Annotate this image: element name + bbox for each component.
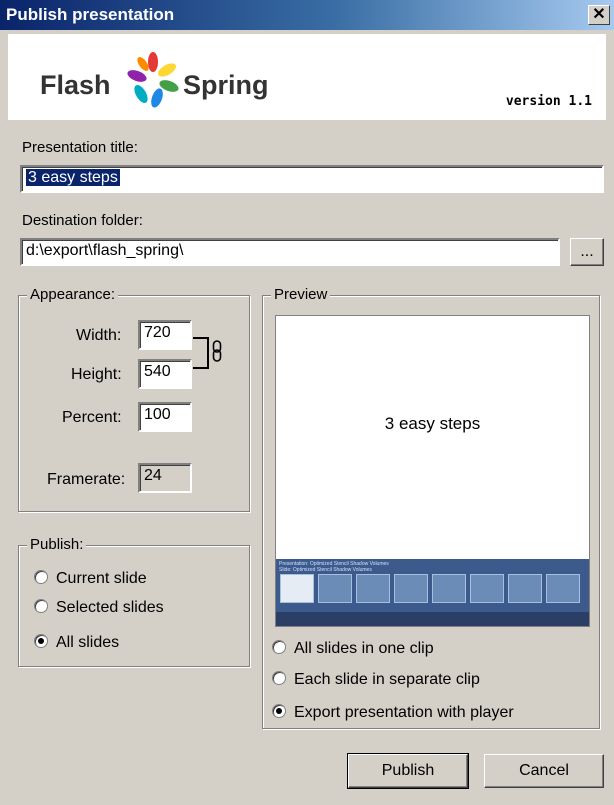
chain-link-icon[interactable] [212, 340, 222, 362]
radio-circle [272, 640, 286, 654]
slide-thumbnail [470, 574, 504, 603]
slide-thumbnail [280, 574, 314, 603]
player-header: Presentation: Optimized Stencil Shadow V… [279, 561, 389, 573]
slide-thumbnail [546, 574, 580, 603]
browse-button[interactable]: ... [570, 238, 604, 266]
radio-label: All slides in one clip [294, 640, 434, 657]
radio-circle [34, 570, 48, 584]
radio-selected-slides[interactable]: Selected slides [34, 599, 164, 617]
presentation-title-input[interactable]: 3 easy steps [20, 165, 604, 193]
publish-legend: Publish: [27, 536, 87, 553]
close-button[interactable]: ✕ [588, 5, 610, 25]
radio-circle-checked [272, 704, 286, 718]
title-bar[interactable]: Publish presentation ✕ [0, 0, 614, 30]
width-label: Width: [76, 327, 122, 344]
radio-current-slide[interactable]: Current slide [34, 570, 147, 588]
percent-label: Percent: [62, 409, 122, 426]
framerate-value: 24 [144, 467, 162, 484]
radio-separate-clips[interactable]: Each slide in separate clip [272, 671, 480, 689]
appearance-legend: Appearance: [27, 286, 119, 303]
height-input[interactable]: 540 [138, 359, 192, 389]
radio-label: Current slide [56, 570, 147, 587]
framerate-input: 24 [138, 463, 192, 493]
radio-label: All slides [56, 634, 120, 651]
preview-canvas: 3 easy steps Presentation: Optimized Ste… [275, 315, 590, 627]
preview-player: Presentation: Optimized Stencil Shadow V… [276, 559, 589, 626]
radio-label: Each slide in separate clip [294, 671, 480, 688]
height-value: 540 [144, 363, 171, 380]
preview-slide-title: 3 easy steps [384, 414, 481, 433]
height-label: Height: [71, 366, 122, 383]
aspect-link-bracket [193, 337, 209, 369]
radio-all-slides[interactable]: All slides [34, 634, 119, 652]
presentation-title-value: 3 easy steps [26, 169, 120, 186]
close-icon: ✕ [592, 6, 606, 23]
slide-thumbnail [394, 574, 428, 603]
radio-all-in-one-clip[interactable]: All slides in one clip [272, 640, 434, 658]
destination-folder-value: d:\export\flash_spring\ [26, 242, 184, 259]
player-header-line: Slide: Optimized Stencil Shadow Volumes [279, 567, 372, 573]
percent-input[interactable]: 100 [138, 402, 192, 432]
radio-label: Export presentation with player [294, 704, 514, 721]
percent-value: 100 [144, 406, 171, 423]
presentation-title-label: Presentation title: [22, 139, 138, 156]
window-title: Publish presentation [6, 5, 175, 24]
width-value: 720 [144, 324, 171, 341]
version-label: version 1.1 [505, 94, 592, 109]
destination-folder-input[interactable]: d:\export\flash_spring\ [20, 238, 560, 266]
cancel-button[interactable]: Cancel [484, 754, 604, 788]
radio-circle [272, 671, 286, 685]
slide-thumbnail [508, 574, 542, 603]
player-controls [276, 612, 589, 626]
radio-circle [34, 599, 48, 613]
width-input[interactable]: 720 [138, 320, 192, 350]
slide-thumbnail [432, 574, 466, 603]
flower-logo-icon [127, 52, 179, 108]
destination-folder-label: Destination folder: [22, 212, 143, 229]
publish-button[interactable]: Publish [347, 753, 469, 789]
radio-label: Selected slides [56, 599, 164, 616]
logo-text-flash: Flash [40, 70, 111, 100]
publish-dialog: Publish presentation ✕ Flash Spring vers… [0, 0, 614, 805]
framerate-label: Framerate: [47, 471, 126, 488]
logo-text-spring: Spring [183, 70, 269, 100]
preview-legend: Preview [271, 286, 331, 303]
slide-thumbnail [356, 574, 390, 603]
radio-export-with-player[interactable]: Export presentation with player [272, 704, 514, 722]
slide-thumbnail [318, 574, 352, 603]
radio-circle-checked [34, 634, 48, 648]
header-banner: Flash Spring version 1.1 [8, 34, 606, 120]
